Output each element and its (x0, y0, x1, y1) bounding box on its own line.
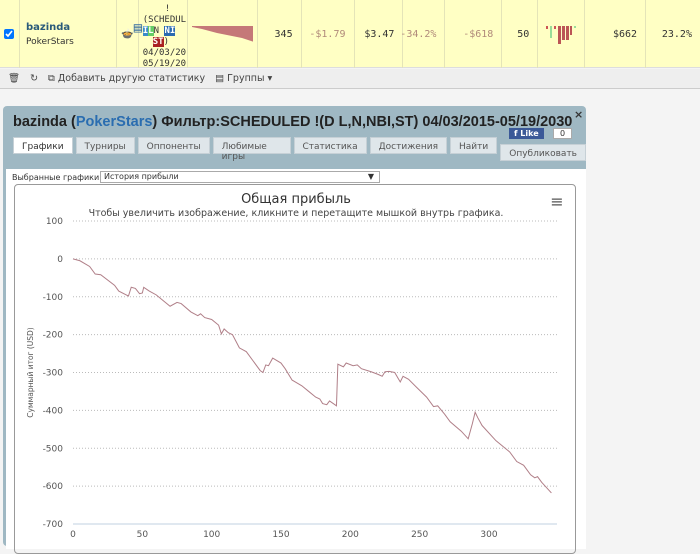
tab-statistics[interactable]: Статистика (293, 137, 367, 154)
y-tick-label: -500 (43, 444, 64, 454)
panel-body: Выбранные графики: История прибыли ▼ Обща… (6, 169, 586, 554)
profit-sparkline (188, 0, 258, 68)
y-tick-label: -200 (43, 331, 64, 341)
y-axis-label: Суммарный итог (USD) (26, 327, 35, 418)
avg-stake: $3.47 (355, 0, 404, 68)
y-tick-label: 100 (46, 217, 63, 227)
chart-container[interactable]: Общая прибыль Чтобы увеличить изображение… (14, 184, 576, 554)
date-to: 05/19/20 (142, 59, 187, 68)
export-icon[interactable]: ▤ (134, 20, 142, 36)
y-tick-label: -300 (43, 369, 64, 379)
roi: -34.2% (400, 0, 446, 68)
filter-text: ! (164, 4, 171, 14)
tab-charts[interactable]: Графики (13, 137, 73, 154)
total-profit: -$618 (445, 0, 503, 68)
tab-tournaments[interactable]: Турниры (75, 137, 135, 154)
groups-dropdown[interactable]: ▤ Группы ▾ (215, 73, 272, 84)
dropdown-arrow-icon: ▼ (367, 172, 374, 181)
stats-row: bazinda PokerStars 🍲 ▤ ! (SCHEDUL ILN NI… (0, 0, 700, 68)
x-tick-label: 0 (70, 530, 76, 540)
entries: 50 (502, 0, 539, 68)
chart-subtitle: Чтобы увеличить изображение, кликните и … (89, 208, 504, 219)
total-stake: $662 (585, 0, 647, 68)
results-bars (538, 0, 586, 68)
menu-icon[interactable]: ≡ (550, 192, 563, 211)
tab-opponents[interactable]: Оппоненты (137, 137, 210, 154)
filter-text: (SCHEDUL (142, 15, 187, 25)
badge: ST (152, 37, 164, 47)
x-tick-label: 100 (203, 530, 220, 540)
groups-label: Группы (227, 73, 265, 84)
y-tick-label: -400 (43, 406, 64, 416)
add-stat-button[interactable]: ⧉ Добавить другую статистику (48, 73, 205, 84)
y-tick-label: -600 (43, 482, 64, 492)
site-link[interactable]: PokerStars (76, 114, 153, 130)
x-tick-label: 250 (411, 530, 428, 540)
player-link[interactable]: bazinda (26, 22, 70, 33)
row-toolbar: 🗑 ↻ ⧉ Добавить другую статистику ▤ Групп… (0, 69, 700, 89)
y-tick-label: -100 (43, 293, 64, 303)
date-from: 04/03/20 (142, 48, 187, 58)
y-tick-label: 0 (57, 255, 63, 265)
profit-chart[interactable]: Общая прибыльЧтобы увеличить изображение… (15, 185, 576, 554)
tab-find[interactable]: Найти (450, 137, 498, 154)
badge: N (153, 26, 160, 36)
y-tick-label: -700 (43, 520, 64, 530)
chart-title: Общая прибыль (241, 192, 351, 207)
row-checkbox[interactable] (0, 0, 20, 68)
games-count: 345 (258, 0, 302, 68)
x-tick-label: 200 (342, 530, 359, 540)
trash-icon[interactable]: 🗑 (8, 73, 20, 84)
chart-select-label: Выбранные графики: (12, 173, 102, 182)
panel-title: bazinda (PokerStars) Фильтр:SCHEDULED !(… (13, 114, 573, 130)
close-icon[interactable]: × (574, 108, 583, 121)
x-tick-label: 150 (272, 530, 289, 540)
x-tick-label: 50 (137, 530, 149, 540)
add-stat-label: Добавить другую статистику (57, 73, 206, 84)
publish-button[interactable]: Опубликовать (500, 144, 586, 161)
tab-favorite-games[interactable]: Любимые игры (212, 137, 291, 162)
itm-percent: 23.2% (661, 28, 692, 40)
tab-achievements[interactable]: Достижения (369, 137, 447, 154)
tab-bar: Графики Турниры Оппоненты Любимые игры С… (13, 137, 586, 162)
x-tick-label: 300 (480, 530, 497, 540)
refresh-icon[interactable]: ↻ (30, 73, 38, 84)
chart-select[interactable]: История прибыли ▼ (100, 171, 380, 183)
badge: NI (164, 26, 176, 36)
profit-line (72, 258, 552, 494)
player-panel: bazinda (PokerStars) Фильтр:SCHEDULED !(… (3, 106, 586, 554)
avg-profit: -$1.79 (302, 0, 355, 68)
site-label: PokerStars (25, 37, 74, 47)
